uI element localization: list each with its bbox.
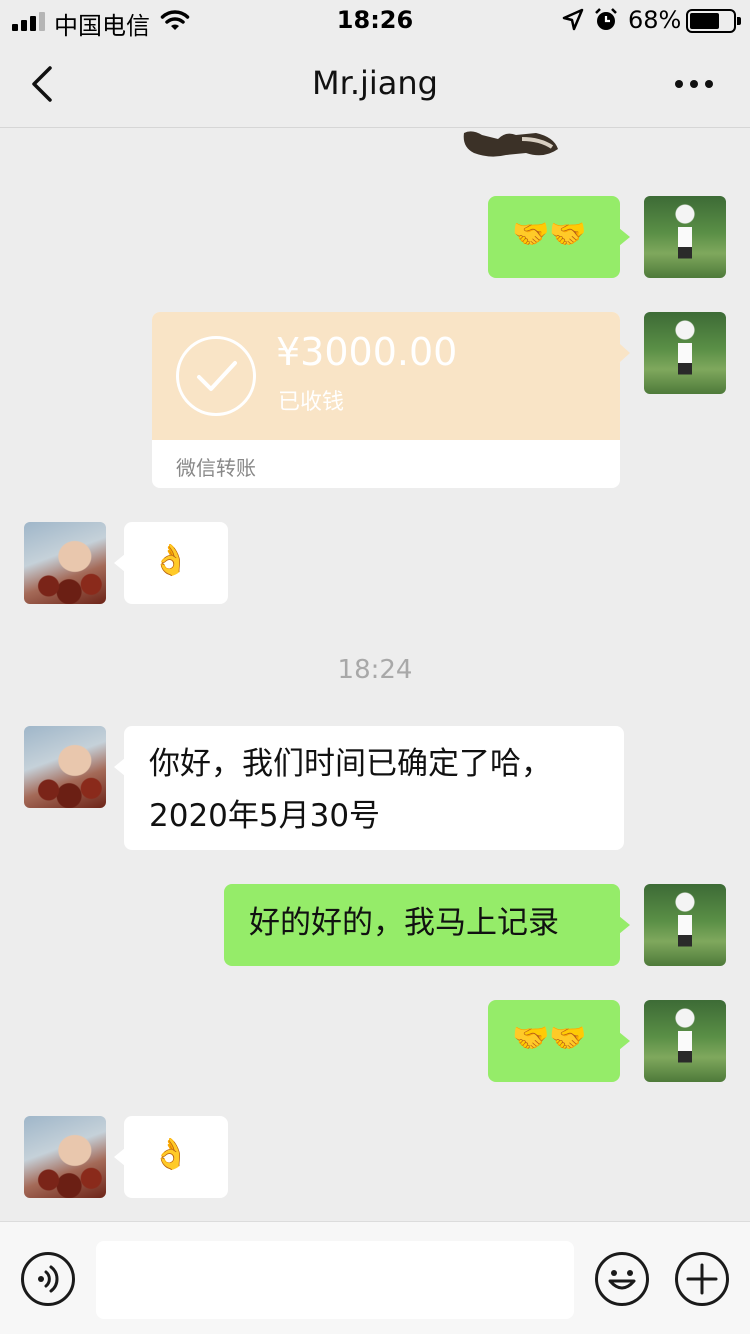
- input-bar: [0, 1221, 750, 1334]
- more-dots-icon[interactable]: [672, 70, 716, 98]
- message-line: 2020年5月30号: [149, 798, 381, 834]
- emoji-face-icon[interactable]: [595, 1252, 649, 1306]
- transfer-status: 已收钱: [278, 390, 345, 415]
- my-avatar[interactable]: [644, 1000, 726, 1082]
- my-avatar[interactable]: [644, 884, 726, 966]
- contact-avatar[interactable]: [24, 726, 106, 808]
- message-bubble-received[interactable]: 👌: [114, 1116, 228, 1198]
- ok-hand-emoji: 👌: [152, 1137, 190, 1172]
- message-bubble-received[interactable]: 你好，我们时间已确定了哈， 2020年5月30号: [114, 726, 624, 850]
- transfer-card-header: ¥3000.00 已收钱: [152, 312, 620, 440]
- message-bubble-sent[interactable]: 🤝🤝: [488, 1000, 630, 1082]
- transfer-label: 微信转账: [176, 456, 256, 480]
- transfer-card[interactable]: ¥3000.00 已收钱 微信转账: [152, 312, 620, 488]
- status-bar: 中国电信 18:26 68%: [0, 0, 750, 40]
- plus-icon[interactable]: [675, 1252, 729, 1306]
- transfer-amount: ¥3000.00: [276, 330, 458, 374]
- contact-avatar[interactable]: [24, 522, 106, 604]
- message-text: 好的好的，我马上记录: [249, 905, 559, 941]
- message-line: 你好，我们时间已确定了哈，: [149, 746, 552, 782]
- message-bubble-received[interactable]: 👌: [114, 522, 228, 604]
- message-bubble-sent[interactable]: 🤝🤝: [488, 196, 630, 278]
- sticker-image[interactable]: [462, 129, 562, 159]
- battery-icon: [686, 9, 741, 33]
- voice-icon[interactable]: [21, 1252, 75, 1306]
- battery-percent: 68%: [628, 6, 682, 34]
- time-divider: 18:24: [337, 655, 413, 685]
- handshake-emoji: 🤝🤝: [512, 217, 587, 252]
- my-avatar[interactable]: [644, 312, 726, 394]
- nav-bar: Mr.jiang: [0, 40, 750, 128]
- alarm-icon: [594, 7, 618, 39]
- message-bubble-sent[interactable]: 好的好的，我马上记录: [224, 884, 630, 966]
- message-list[interactable]: 🤝🤝 ¥3000.00 已收钱 微信转账 👌 18:24 你好，我们时间已确定了…: [0, 129, 750, 1221]
- handshake-emoji: 🤝🤝: [512, 1021, 587, 1056]
- my-avatar[interactable]: [644, 196, 726, 278]
- message-text: 你好，我们时间已确定了哈， 2020年5月30号: [149, 738, 604, 842]
- ok-hand-emoji: 👌: [152, 543, 190, 578]
- message-input[interactable]: [96, 1241, 574, 1319]
- contact-avatar[interactable]: [24, 1116, 106, 1198]
- transfer-card-tail: [620, 344, 630, 362]
- location-icon: [562, 8, 584, 38]
- chat-title: Mr.jiang: [312, 64, 438, 102]
- check-circle-icon: [176, 336, 256, 416]
